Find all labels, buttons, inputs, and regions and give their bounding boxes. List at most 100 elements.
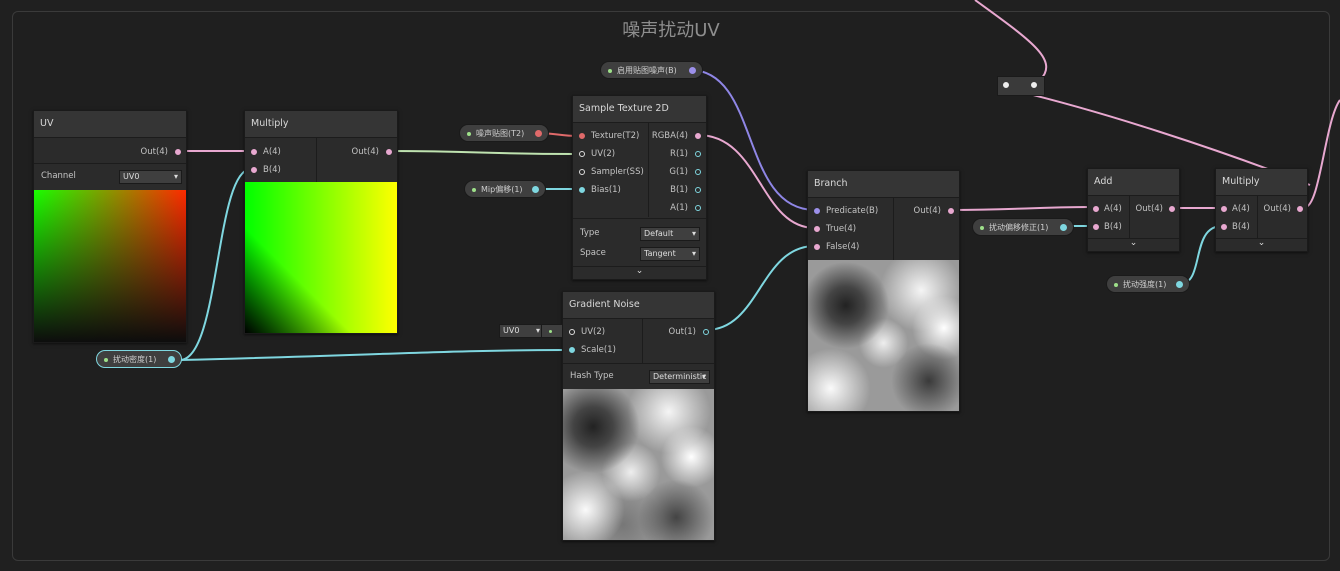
multiply-node[interactable]: Multiply A(4) B(4) Out(4) [244, 110, 398, 334]
noise-texture-property[interactable]: 噪声贴图(T2) [459, 124, 549, 142]
predicate-label: Predicate(B) [826, 206, 879, 216]
gradient-noise-title[interactable]: Gradient Noise [563, 292, 714, 319]
gn-out-port[interactable] [703, 329, 709, 335]
uv-node-title[interactable]: UV [34, 111, 186, 138]
reroute-node[interactable] [997, 76, 1045, 96]
sample-expand-icon[interactable]: ⌄ [573, 266, 706, 278]
perturb-strength-property[interactable]: 扰动强度(1) [1106, 275, 1190, 293]
branch-out-label: Out(4) [913, 206, 941, 216]
perturb-strength-port[interactable] [1176, 281, 1183, 288]
true-port[interactable] [814, 226, 820, 232]
branch-out-port[interactable] [948, 208, 954, 214]
uv-node[interactable]: UV Out(4) Channel UV0 [33, 110, 187, 343]
multiply2-title[interactable]: Multiply [1216, 169, 1307, 196]
multiply2-node[interactable]: Multiply A(4) B(4) Out(4) ⌄ [1215, 168, 1308, 252]
false-label: False(4) [826, 242, 860, 252]
hash-type-dropdown[interactable]: Deterministic [649, 370, 710, 384]
gn-scale-port[interactable] [569, 347, 575, 353]
add-out-label: Out(4) [1135, 204, 1163, 214]
add-expand-icon[interactable]: ⌄ [1088, 238, 1179, 250]
reroute-out-port[interactable] [1031, 82, 1037, 88]
sampler-label: Sampler(SS) [591, 167, 644, 177]
g-port[interactable] [695, 169, 701, 175]
channel-dropdown[interactable]: UV0 [119, 170, 182, 184]
branch-node[interactable]: Branch Predicate(B) True(4) False(4) Out… [807, 170, 960, 412]
multiply2-b-label: B(4) [1232, 222, 1250, 232]
sample-texture-title[interactable]: Sample Texture 2D [573, 96, 706, 123]
branch-title[interactable]: Branch [808, 171, 959, 198]
perturb-strength-label: 扰动强度(1) [1123, 280, 1167, 289]
property-dot-icon [608, 69, 612, 73]
r-port[interactable] [695, 151, 701, 157]
sample-texture-node[interactable]: Sample Texture 2D Texture(T2) UV(2) Samp… [572, 95, 707, 280]
texture-label: Texture(T2) [591, 131, 640, 141]
gn-uv-label: UV(2) [581, 327, 606, 337]
mip-offset-property[interactable]: Mip偏移(1) [464, 180, 546, 198]
a-label: A(1) [670, 203, 688, 213]
b-port[interactable] [695, 187, 701, 193]
multiply-out-label: Out(4) [351, 147, 379, 157]
sampler-port[interactable] [579, 169, 585, 175]
perturb-density-port[interactable] [168, 356, 175, 363]
offset-fix-property[interactable]: 扰动偏移修正(1) [972, 218, 1074, 236]
gn-uv-default-dot [549, 330, 552, 333]
gn-uv-port[interactable] [569, 329, 575, 335]
perturb-density-property[interactable]: 扰动密度(1) [96, 350, 182, 368]
true-label: True(4) [826, 224, 857, 234]
use-texture-noise-property[interactable]: 启用贴图噪声(B) [600, 61, 703, 79]
property-dot-icon [980, 226, 984, 230]
false-port[interactable] [814, 244, 820, 250]
perturb-density-label: 扰动密度(1) [113, 355, 157, 364]
rgba-label: RGBA(4) [651, 131, 688, 141]
property-dot-icon [1114, 283, 1118, 287]
multiply-a-label: A(4) [263, 147, 281, 157]
b-label: B(1) [670, 185, 688, 195]
multiply2-out-label: Out(4) [1263, 204, 1291, 214]
predicate-port[interactable] [814, 208, 820, 214]
gradient-noise-node[interactable]: Gradient Noise UV(2) Scale(1) Out(1) Has… [562, 291, 715, 541]
a-port[interactable] [695, 205, 701, 211]
multiply-out-port[interactable] [386, 149, 392, 155]
multiply-a-port[interactable] [251, 149, 257, 155]
multiply2-a-port[interactable] [1221, 206, 1227, 212]
mip-offset-label: Mip偏移(1) [481, 185, 523, 194]
hash-type-label: Hash Type [570, 371, 614, 381]
add-title[interactable]: Add [1088, 169, 1179, 196]
bias-port[interactable] [579, 187, 585, 193]
use-texture-noise-port[interactable] [689, 67, 696, 74]
noise-texture-port[interactable] [535, 130, 542, 137]
gn-uv-default-connector [541, 324, 563, 338]
add-out-port[interactable] [1169, 206, 1175, 212]
multiply2-expand-icon[interactable]: ⌄ [1216, 238, 1307, 250]
channel-label: Channel [41, 171, 76, 181]
multiply2-out-port[interactable] [1297, 206, 1303, 212]
uv-out-label: Out(4) [140, 147, 168, 157]
reroute-in-port[interactable] [1003, 82, 1009, 88]
gn-uv-default-dropdown[interactable]: UV0 [499, 324, 544, 338]
texture-port[interactable] [579, 133, 585, 139]
multiply-node-title[interactable]: Multiply [245, 111, 397, 138]
multiply-b-label: B(4) [263, 165, 281, 175]
space-dropdown[interactable]: Tangent [640, 247, 700, 261]
multiply2-b-port[interactable] [1221, 224, 1227, 230]
add-a-label: A(4) [1104, 204, 1122, 214]
type-label: Type [580, 228, 600, 238]
multiply2-a-label: A(4) [1232, 204, 1250, 214]
rgba-port[interactable] [695, 133, 701, 139]
multiply-b-port[interactable] [251, 167, 257, 173]
uv-out-port[interactable] [175, 149, 181, 155]
use-texture-noise-label: 启用贴图噪声(B) [617, 66, 677, 75]
uv-port[interactable] [579, 151, 585, 157]
type-dropdown[interactable]: Default [640, 227, 700, 241]
property-dot-icon [467, 132, 471, 136]
add-b-port[interactable] [1093, 224, 1099, 230]
add-a-port[interactable] [1093, 206, 1099, 212]
noise-texture-label: 噪声贴图(T2) [476, 129, 525, 138]
uv-preview [34, 190, 186, 342]
property-dot-icon [472, 188, 476, 192]
offset-fix-port[interactable] [1060, 224, 1067, 231]
gn-scale-label: Scale(1) [581, 345, 616, 355]
uv-label: UV(2) [591, 149, 616, 159]
mip-offset-port[interactable] [532, 186, 539, 193]
add-node[interactable]: Add A(4) B(4) Out(4) ⌄ [1087, 168, 1180, 252]
